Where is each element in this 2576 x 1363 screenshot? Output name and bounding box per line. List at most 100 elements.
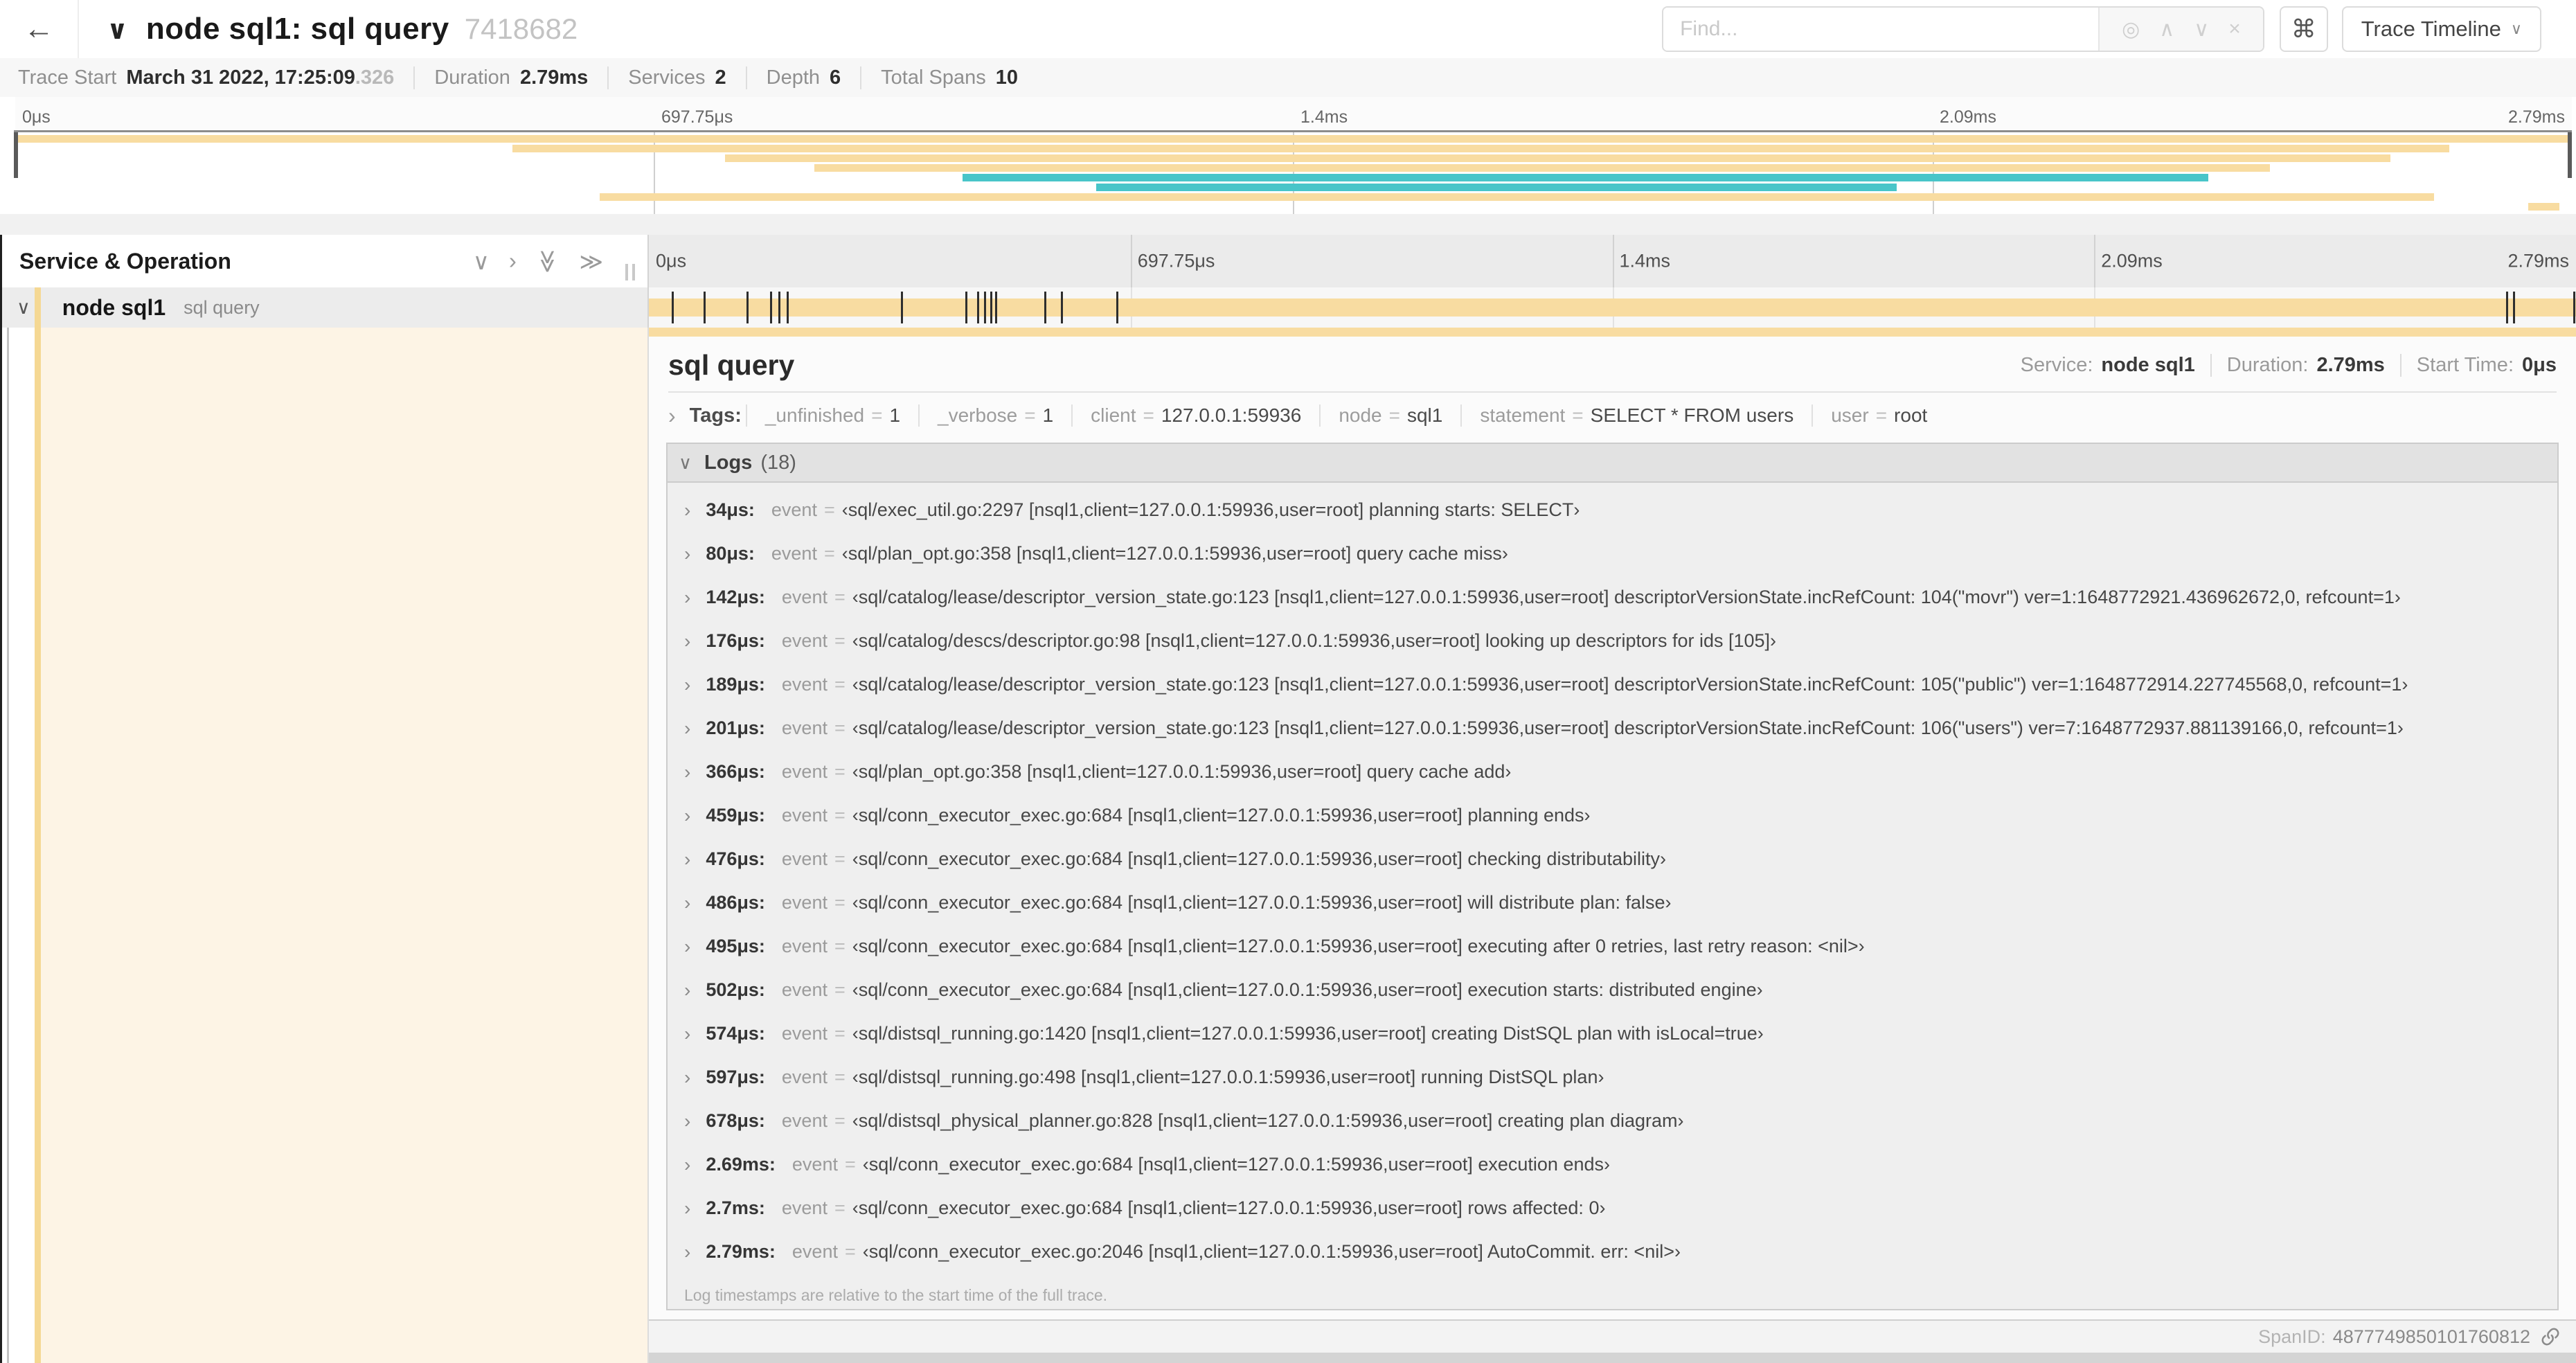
minimap-span-bar <box>512 145 2449 152</box>
tag-value: 1 <box>1042 404 1054 426</box>
log-marker-tick <box>983 292 986 323</box>
logs-footnote: Log timestamps are relative to the start… <box>684 1286 1108 1304</box>
span-detail-panel: sql query Service: node sql1 Duration: 2… <box>647 328 2576 1363</box>
chevron-right-icon: › <box>684 1022 691 1044</box>
trace-view-dropdown[interactable]: Trace Timeline ∨ <box>2341 6 2541 52</box>
log-timestamp: 502μs: <box>706 979 765 1000</box>
column-resizer[interactable] <box>621 264 635 280</box>
tick-label: 1.4ms <box>1300 107 1348 127</box>
log-value: ‹sql/conn_executor_exec.go:684 [nsql1,cl… <box>852 892 1672 913</box>
tags-row[interactable]: › Tags: _unfinished = 1 _verbose = 1 cli… <box>668 393 2557 438</box>
log-row[interactable]: › 459μs: event = ‹sql/conn_executor_exec… <box>668 794 2557 837</box>
log-row[interactable]: › 142μs: event = ‹sql/catalog/lease/desc… <box>668 576 2557 619</box>
log-value: ‹sql/distsql_physical_planner.go:828 [ns… <box>852 1110 1684 1131</box>
log-equals: = <box>834 1110 846 1131</box>
deep-link-icon[interactable] <box>2540 1326 2561 1347</box>
log-marker-tick <box>703 292 706 323</box>
tag-equals: = <box>1875 404 1888 426</box>
tag-item: node = sql1 <box>1319 404 1460 427</box>
span-collapse-icon[interactable]: ∨ <box>17 297 30 319</box>
detail-meta-item: Start Time: 0μs <box>2399 354 2557 377</box>
log-row[interactable]: › 34μs: event = ‹sql/exec_util.go:2297 [… <box>668 488 2557 532</box>
log-equals: = <box>834 805 846 826</box>
meta-value: 2.79ms <box>519 66 589 89</box>
span-duration-bar[interactable] <box>649 299 2576 317</box>
log-row[interactable]: › 495μs: event = ‹sql/conn_executor_exec… <box>668 925 2557 968</box>
tick-label: 697.75μs <box>661 107 733 127</box>
collapse-trace-icon[interactable]: ∨ <box>107 15 128 46</box>
timeline-ruler: 0μs 697.75μs 1.4ms 2.09ms 2.79ms <box>647 235 2576 287</box>
chevron-right-icon: › <box>684 1197 691 1219</box>
window-edge-line <box>0 235 2 1363</box>
log-row[interactable]: › 574μs: event = ‹sql/distsql_running.go… <box>668 1012 2557 1055</box>
log-marker-tick <box>2573 292 2576 323</box>
log-equals: = <box>834 587 846 607</box>
prev-match-icon[interactable]: ∧ <box>2159 17 2174 42</box>
tick-label: 2.79ms <box>2508 107 2565 127</box>
collapse-all-icon[interactable]: ≫ <box>535 249 562 274</box>
tag-equals: = <box>1388 404 1400 426</box>
span-detail-title: sql query <box>668 349 795 381</box>
tag-equals: = <box>1572 404 1584 426</box>
log-field-name: event <box>781 1110 828 1131</box>
meta-value-suffix: .326 <box>355 66 395 89</box>
log-row[interactable]: › 366μs: event = ‹sql/plan_opt.go:358 [n… <box>668 750 2557 794</box>
tag-equals: = <box>1143 404 1154 426</box>
tick-label: 697.75μs <box>1137 250 1215 271</box>
tag-item: client = 127.0.0.1:59936 <box>1071 404 1319 427</box>
log-timestamp: 176μs: <box>706 630 765 651</box>
meta-label: Duration <box>434 66 510 89</box>
log-row[interactable]: › 476μs: event = ‹sql/conn_executor_exec… <box>668 837 2557 881</box>
logs-list: › 34μs: event = ‹sql/exec_util.go:2297 [… <box>668 483 2557 1281</box>
minimap-span-bar <box>599 193 2434 201</box>
focus-match-icon[interactable]: ◎ <box>2122 17 2140 42</box>
collapse-one-icon[interactable]: ∨ <box>473 248 490 275</box>
keyboard-shortcuts-button[interactable]: ⌘ <box>2279 6 2328 52</box>
chevron-right-icon: › <box>668 402 676 428</box>
log-field-name: event <box>771 543 817 564</box>
log-field-name: event <box>781 674 828 695</box>
minimap-tick-labels: 0μs 697.75μs 1.4ms 2.09ms 2.79ms <box>15 97 2572 130</box>
log-timestamp: 495μs: <box>706 936 765 956</box>
log-row[interactable]: › 2.79ms: event = ‹sql/conn_executor_exe… <box>668 1230 2557 1274</box>
minimap-scrubber-handle[interactable] <box>14 132 18 178</box>
tag-value: root <box>1894 404 1928 426</box>
expand-all-icon[interactable]: ≫ <box>579 248 603 275</box>
trace-meta-bar: Trace Start March 31 2022, 17:25:09 .326… <box>0 58 2576 97</box>
log-value: ‹sql/conn_executor_exec.go:684 [nsql1,cl… <box>852 1197 1606 1218</box>
log-equals: = <box>834 1067 846 1087</box>
minimap-span-bar <box>1095 184 1897 191</box>
log-row[interactable]: › 2.7ms: event = ‹sql/conn_executor_exec… <box>668 1186 2557 1230</box>
find-input[interactable] <box>1663 8 2099 51</box>
minimap-canvas[interactable] <box>14 130 2572 216</box>
log-row[interactable]: › 502μs: event = ‹sql/conn_executor_exec… <box>668 968 2557 1012</box>
log-row[interactable]: › 678μs: event = ‹sql/distsql_physical_p… <box>668 1099 2557 1143</box>
logs-header[interactable]: ∨ Logs (18) <box>668 444 2557 483</box>
log-row[interactable]: › 486μs: event = ‹sql/conn_executor_exec… <box>668 881 2557 925</box>
log-equals: = <box>834 1197 846 1218</box>
log-row[interactable]: › 189μs: event = ‹sql/catalog/lease/desc… <box>668 663 2557 706</box>
span-detail-footer: SpanID: 4877749850101760812 <box>649 1319 2576 1353</box>
tag-value: sql1 <box>1406 404 1443 426</box>
log-row[interactable]: › 176μs: event = ‹sql/catalog/descs/desc… <box>668 619 2557 663</box>
log-row[interactable]: › 597μs: event = ‹sql/distsql_running.go… <box>668 1055 2557 1099</box>
log-row[interactable]: › 2.69ms: event = ‹sql/conn_executor_exe… <box>668 1143 2557 1186</box>
chevron-right-icon: › <box>684 891 691 914</box>
minimap-scrubber-handle[interactable] <box>2568 132 2572 178</box>
detail-meta-value: 2.79ms <box>2316 354 2385 376</box>
log-marker-tick <box>787 292 789 323</box>
meta-value: 10 <box>995 66 1018 89</box>
meta-label: Total Spans <box>881 66 986 89</box>
tag-key: statement <box>1480 404 1566 426</box>
clear-find-icon[interactable]: × <box>2228 17 2241 41</box>
log-field-name: event <box>781 848 828 869</box>
span-row[interactable]: ∨ node sql1 sql query <box>0 287 2576 328</box>
next-match-icon[interactable]: ∨ <box>2194 17 2209 42</box>
back-button[interactable]: ← <box>0 0 79 58</box>
log-row[interactable]: › 80μs: event = ‹sql/plan_opt.go:358 [ns… <box>668 532 2557 576</box>
minimap-span-bar <box>2528 203 2559 211</box>
chevron-right-icon: › <box>684 1153 691 1175</box>
expand-one-icon[interactable]: › <box>509 248 517 274</box>
log-field-name: event <box>781 630 828 651</box>
log-row[interactable]: › 201μs: event = ‹sql/catalog/lease/desc… <box>668 706 2557 750</box>
